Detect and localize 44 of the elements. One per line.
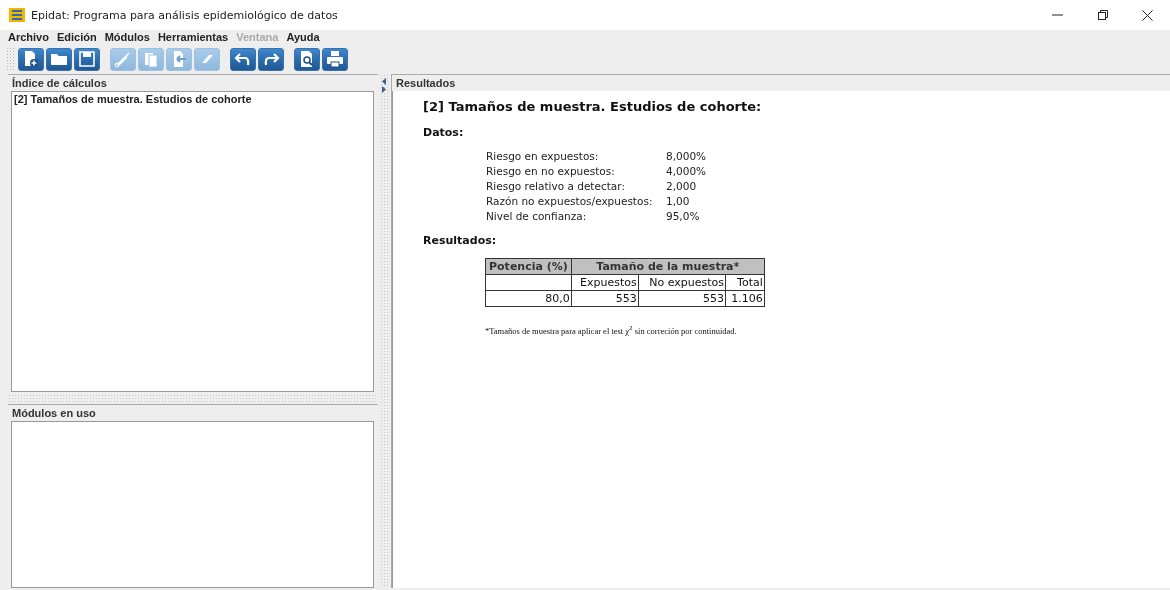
table-header: Total (725, 274, 765, 291)
section-title: Datos: (423, 126, 464, 139)
menu-item[interactable]: Ayuda (282, 31, 324, 43)
table-cell: 80,0 (485, 290, 572, 307)
data-value: 2,000 (666, 180, 698, 192)
menu-item[interactable]: Edición (52, 31, 101, 43)
restore-icon (1097, 10, 1108, 20)
section-title: Resultados: (423, 234, 497, 247)
new-button[interactable] (18, 47, 44, 71)
arrow-left-icon[interactable] (382, 78, 386, 85)
data-value: 8,000% (666, 150, 707, 162)
table-cell: 553 (571, 290, 639, 307)
table-cell: 1.106 (725, 290, 765, 307)
data-label: Nivel de confianza: (486, 210, 588, 222)
footnote: *Tamaños de muestra para aplicar el test χ$^{2}$ sin correción por continuidad. (485, 324, 737, 336)
arrow-right-icon[interactable] (382, 86, 386, 93)
printer-icon (325, 49, 345, 69)
close-icon (1142, 9, 1153, 21)
print-button[interactable] (322, 47, 348, 71)
table-header: Expuestos (571, 274, 639, 291)
open-button[interactable] (46, 47, 72, 71)
list-item[interactable]: [2] Tamaños de muestra. Estudios de cohorte (12, 92, 373, 106)
undo-button[interactable] (230, 47, 256, 71)
minimize-icon (1052, 14, 1063, 16)
menu-item[interactable]: Archivo (4, 31, 53, 43)
menu-item[interactable]: Herramientas (153, 31, 233, 43)
redo-button[interactable] (258, 47, 284, 71)
data-label: Riesgo relativo a detectar: (486, 180, 626, 192)
window-title: Epidat: Programa para análisis epidemiológico de datos (31, 8, 338, 22)
menu-item[interactable]: Módulos (100, 31, 154, 43)
table-cell: 553 (638, 290, 726, 307)
data-value: 95,0% (666, 210, 701, 222)
table-header: No expuestos (638, 274, 726, 291)
data-label: Razón no expuestos/expuestos: (486, 195, 654, 207)
preview-button[interactable] (294, 47, 320, 71)
data-label: Riesgo en no expuestos: (486, 165, 616, 177)
data-value: 1,00 (666, 195, 691, 207)
app-icon (9, 8, 25, 22)
table-header: Tamaño de la muestra* (571, 258, 765, 275)
data-label: Riesgo en expuestos: (486, 150, 600, 162)
save-button[interactable] (74, 47, 100, 71)
results-heading: [2] Tamaños de muestra. Estudios de cohorte: (423, 99, 762, 114)
table-header: Potencia (%) (485, 258, 572, 275)
data-value: 4,000% (666, 165, 707, 177)
